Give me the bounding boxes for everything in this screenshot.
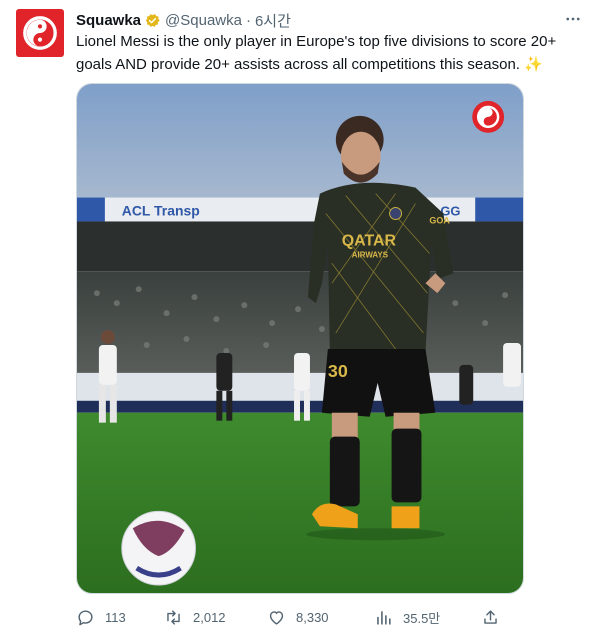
avatar[interactable] bbox=[16, 9, 64, 57]
retweet-icon bbox=[164, 608, 183, 627]
shirt-number-text: 30 bbox=[328, 361, 348, 381]
sponsor-qatar-text: QATAR bbox=[342, 232, 397, 249]
sponsor-airways-text: AIRWAYS bbox=[352, 250, 388, 259]
reply-icon bbox=[76, 608, 95, 627]
share-button[interactable] bbox=[481, 604, 510, 630]
squawka-logo-icon bbox=[23, 16, 57, 50]
tweet[interactable]: Squawka @Squawka · 6시간 Lionel Messi is t… bbox=[0, 0, 598, 639]
tweet-header: Squawka @Squawka · 6시간 bbox=[76, 10, 291, 30]
heart-icon bbox=[267, 608, 286, 627]
like-count: 8,330 bbox=[296, 609, 329, 625]
stadium-banner-text: ACL Transp bbox=[122, 202, 200, 218]
display-name[interactable]: Squawka bbox=[76, 12, 141, 29]
tweet-photo[interactable]: ACL Transp GG QATAR AIRWAYS GOA 30 bbox=[76, 83, 524, 594]
share-icon bbox=[481, 608, 500, 627]
reply-button[interactable]: 113 bbox=[76, 604, 126, 630]
like-button[interactable]: 8,330 bbox=[267, 604, 329, 630]
retweet-button[interactable]: 2,012 bbox=[164, 604, 226, 630]
views-button[interactable]: 35.5만 bbox=[374, 604, 440, 630]
timestamp[interactable]: 6시간 bbox=[255, 10, 291, 31]
sleeve-text: GOA bbox=[429, 215, 450, 225]
verified-badge-icon bbox=[144, 12, 161, 29]
tweet-text: Lionel Messi is the only player in Europ… bbox=[76, 33, 561, 73]
reply-count: 113 bbox=[105, 609, 126, 625]
more-dots-icon[interactable] bbox=[562, 8, 584, 30]
views-count: 35.5만 bbox=[403, 610, 441, 626]
retweet-count: 2,012 bbox=[193, 609, 226, 625]
action-bar: 113 2,012 8,330 35.5만 bbox=[76, 604, 500, 630]
views-chart-icon bbox=[374, 608, 393, 627]
handle[interactable]: @Squawka bbox=[165, 12, 242, 29]
separator-dot: · bbox=[245, 11, 251, 29]
